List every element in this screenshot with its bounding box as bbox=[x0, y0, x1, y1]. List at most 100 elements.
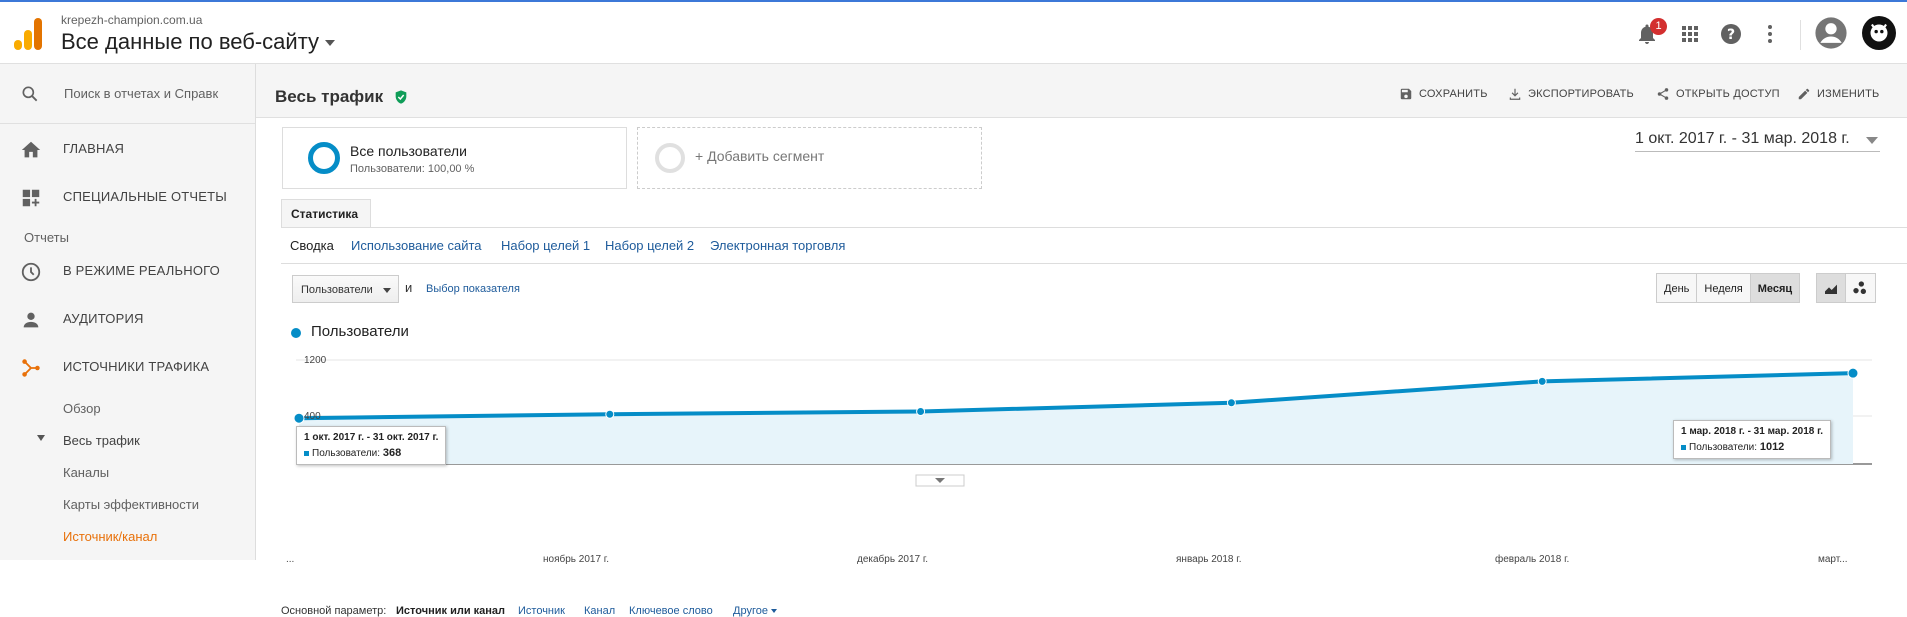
granularity-week-button[interactable]: Неделя bbox=[1697, 274, 1751, 302]
sidebar-item-label: ИСТОЧНИКИ ТРАФИКА bbox=[63, 359, 210, 374]
tab-statistics[interactable]: Статистика bbox=[281, 199, 371, 227]
notification-badge: 1 bbox=[1650, 18, 1667, 35]
share-icon bbox=[1657, 88, 1669, 100]
dimension-option-keyword[interactable]: Ключевое слово bbox=[629, 605, 713, 617]
granularity-day-button[interactable]: День bbox=[1657, 274, 1698, 302]
sidebar-subitem-channels[interactable]: Каналы bbox=[63, 465, 109, 480]
sidebar-search[interactable]: Поиск в отчетах и Справк bbox=[0, 64, 255, 124]
empty-segment-ring-icon bbox=[655, 143, 685, 173]
sidebar-item-home[interactable]: ГЛАВНАЯ bbox=[0, 126, 255, 172]
edit-label: ИЗМЕНИТЬ bbox=[1817, 88, 1880, 100]
dashboard-plus-icon bbox=[22, 189, 40, 207]
sidebar-subitem-source-medium[interactable]: Источник/канал bbox=[63, 529, 157, 544]
select-metric-link[interactable]: Выбор показателя bbox=[426, 283, 520, 295]
avatar[interactable] bbox=[1862, 16, 1896, 50]
tooltip-series-marker bbox=[1681, 444, 1686, 450]
expand-arrow-icon[interactable] bbox=[37, 435, 45, 441]
verified-shield-icon bbox=[395, 90, 407, 104]
y-tick-label: 1200 bbox=[304, 355, 327, 366]
export-label: ЭКСПОРТИРОВАТЬ bbox=[1528, 88, 1634, 100]
subtab-goal-set-2[interactable]: Набор целей 2 bbox=[605, 238, 694, 253]
help-icon[interactable]: ? bbox=[1719, 22, 1743, 46]
account-circle-icon[interactable] bbox=[1814, 16, 1848, 50]
line-chart-button[interactable] bbox=[1817, 274, 1846, 302]
data-point[interactable] bbox=[1847, 367, 1859, 379]
report-main: Весь трафик СОХРАНИТЬ ЭКСПОРТИРОВАТЬ ОТК… bbox=[256, 64, 1907, 617]
chart-tooltip-first: 1 окт. 2017 г. - 31 окт. 2017 г. Пользов… bbox=[296, 426, 447, 465]
data-point[interactable] bbox=[293, 412, 305, 424]
sidebar-item-acquisition[interactable]: ИСТОЧНИКИ ТРАФИКА bbox=[0, 344, 255, 390]
share-button[interactable]: ОТКРЫТЬ ДОСТУП bbox=[1657, 88, 1780, 100]
add-segment-label: + Добавить сегмент bbox=[695, 148, 825, 164]
subtab-summary[interactable]: Сводка bbox=[290, 238, 334, 253]
page-title: Весь трафик bbox=[275, 87, 409, 107]
legend-marker bbox=[291, 328, 301, 338]
tooltip-date: 1 мар. 2018 г. - 31 мар. 2018 г. bbox=[1681, 426, 1824, 437]
share-label: ОТКРЫТЬ ДОСТУП bbox=[1676, 88, 1780, 100]
page-title-text: Весь трафик bbox=[275, 87, 384, 106]
tooltip-value: 368 bbox=[382, 447, 402, 459]
apps-grid-icon[interactable] bbox=[1678, 22, 1702, 46]
top-bar: krepezh-champion.com.ua Все данные по ве… bbox=[0, 0, 1907, 64]
sidebar-item-label: В РЕЖИМЕ РЕАЛЬНОГО bbox=[63, 263, 220, 278]
tooltip-label: Пользователи: bbox=[1689, 442, 1758, 453]
subtab-site-usage[interactable]: Использование сайта bbox=[351, 238, 482, 253]
data-point[interactable] bbox=[1537, 376, 1547, 386]
dimension-option-other[interactable]: Другое bbox=[733, 605, 778, 617]
line-chart-icon bbox=[1825, 284, 1837, 294]
chevron-down-icon bbox=[325, 40, 336, 47]
divider bbox=[281, 227, 1907, 228]
primary-dimension-label: Основной параметр: bbox=[281, 605, 387, 617]
data-point[interactable] bbox=[1226, 398, 1236, 408]
and-label: и bbox=[405, 280, 413, 295]
sidebar-subitem-all-traffic[interactable]: Весь трафик bbox=[63, 433, 140, 448]
sidebar-item-realtime[interactable]: В РЕЖИМЕ РЕАЛЬНОГО bbox=[0, 248, 255, 294]
sidebar-subitem-treemaps[interactable]: Карты эффективности bbox=[63, 497, 199, 512]
metric-dropdown[interactable]: Пользователи bbox=[292, 275, 399, 303]
edit-button[interactable]: ИЗМЕНИТЬ bbox=[1798, 88, 1880, 100]
divider bbox=[281, 263, 1907, 264]
dimension-option-source[interactable]: Источник bbox=[518, 605, 565, 617]
search-icon bbox=[22, 86, 38, 102]
sidebar-item-audience[interactable]: АУДИТОРИЯ bbox=[0, 296, 255, 342]
view-name: Все данные по веб-сайту bbox=[61, 29, 320, 54]
tooltip-value-row: Пользователи: 368 bbox=[304, 447, 438, 459]
sidebar-item-custom-reports[interactable]: СПЕЦИАЛЬНЫЕ ОТЧЕТЫ bbox=[0, 174, 255, 220]
tooltip-value-row: Пользователи: 1012 bbox=[1681, 441, 1823, 453]
data-point[interactable] bbox=[605, 409, 615, 419]
add-segment-card[interactable]: + Добавить сегмент bbox=[637, 127, 982, 189]
account-site-name[interactable]: krepezh-champion.com.ua bbox=[61, 13, 202, 27]
segment-detail: Пользователи: 100,00 % bbox=[350, 163, 475, 175]
more-vert-icon[interactable] bbox=[1758, 22, 1782, 46]
bubble-chart-icon bbox=[1853, 281, 1866, 294]
segment-ring-icon bbox=[308, 142, 340, 174]
granularity-month-button[interactable]: Месяц bbox=[1750, 274, 1800, 302]
chevron-down-icon bbox=[383, 288, 391, 293]
granularity-toggle: День Неделя Месяц bbox=[1656, 273, 1801, 303]
series-area bbox=[299, 373, 1853, 464]
analytics-logo-icon[interactable] bbox=[14, 18, 42, 50]
reports-section-label: Отчеты bbox=[24, 230, 69, 245]
export-button[interactable]: ЭКСПОРТИРОВАТЬ bbox=[1509, 88, 1634, 100]
view-selector[interactable]: Все данные по веб-сайту bbox=[61, 29, 336, 55]
data-point[interactable] bbox=[916, 407, 926, 417]
date-range-picker[interactable]: 1 окт. 2017 г. - 31 мар. 2018 г. bbox=[1635, 130, 1880, 152]
sidebar-item-label: СПЕЦИАЛЬНЫЕ ОТЧЕТЫ bbox=[63, 189, 227, 204]
motion-chart-button[interactable] bbox=[1846, 274, 1875, 302]
metric-dropdown-value: Пользователи bbox=[301, 284, 373, 296]
legend-label: Пользователи bbox=[311, 323, 409, 340]
save-button[interactable]: СОХРАНИТЬ bbox=[1400, 88, 1488, 100]
save-label: СОХРАНИТЬ bbox=[1419, 88, 1488, 100]
search-input[interactable]: Поиск в отчетах и Справк bbox=[64, 86, 224, 101]
dimension-option-medium[interactable]: Канал bbox=[584, 605, 615, 617]
dimension-option-other-label: Другое bbox=[733, 605, 768, 617]
sidebar-subitem-overview[interactable]: Обзор bbox=[63, 401, 101, 416]
segment-card-all-users[interactable]: Все пользователи Пользователи: 100,00 % bbox=[282, 127, 627, 189]
home-icon bbox=[21, 141, 41, 158]
subtab-ecommerce[interactable]: Электронная торговля bbox=[710, 238, 845, 253]
sidebar-item-label: ГЛАВНАЯ bbox=[63, 141, 125, 156]
subtab-goal-set-1[interactable]: Набор целей 1 bbox=[501, 238, 590, 253]
chart-tooltip-last: 1 мар. 2018 г. - 31 мар. 2018 г. Пользов… bbox=[1673, 420, 1832, 459]
report-header: Весь трафик СОХРАНИТЬ ЭКСПОРТИРОВАТЬ ОТК… bbox=[256, 64, 1907, 118]
acquisition-icon bbox=[22, 359, 40, 377]
